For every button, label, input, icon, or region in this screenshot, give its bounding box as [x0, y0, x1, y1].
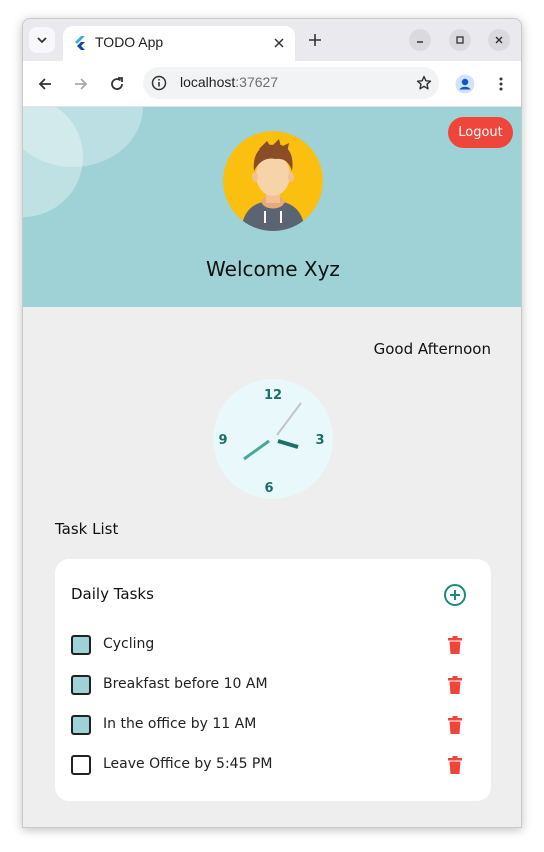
- more-vertical-icon: [499, 77, 503, 91]
- trash-icon[interactable]: [447, 756, 463, 774]
- close-icon: [495, 36, 503, 44]
- profile-icon: [455, 74, 475, 94]
- task-label: In the office by 11 AM: [103, 716, 257, 732]
- add-task-icon[interactable]: [443, 583, 467, 607]
- plus-icon: [309, 34, 321, 46]
- info-icon[interactable]: [151, 75, 167, 91]
- profile-header: Logout Welcome Xyz: [23, 107, 521, 307]
- arrow-right-icon: [75, 78, 88, 90]
- card-title: Daily Tasks: [71, 585, 154, 603]
- task-checkbox[interactable]: [71, 715, 91, 735]
- minimize-button[interactable]: [409, 29, 431, 51]
- browser-toolbar: localhost:37627: [23, 61, 521, 107]
- browser-window: TODO App localhost:37627 Logout Welcome …: [22, 18, 522, 828]
- flutter-icon: [75, 36, 85, 50]
- profile-button[interactable]: [453, 72, 477, 96]
- trash-icon[interactable]: [447, 716, 463, 734]
- greeting-text: Good Afternoon: [373, 340, 491, 358]
- task-checkbox[interactable]: [71, 755, 91, 775]
- window-close-button[interactable]: [488, 29, 510, 51]
- url-text: localhost:37627: [180, 74, 278, 90]
- task-checkbox[interactable]: [71, 635, 91, 655]
- welcome-text: Welcome Xyz: [206, 257, 340, 281]
- forward-button[interactable]: [69, 72, 93, 96]
- reload-button[interactable]: [105, 72, 129, 96]
- task-row: Leave Office by 5:45 PM: [71, 751, 475, 779]
- close-icon: [274, 38, 284, 48]
- new-tab-button[interactable]: [303, 28, 327, 52]
- clock-number-9: 9: [218, 433, 227, 448]
- tab-search-button[interactable]: [29, 27, 55, 53]
- maximize-icon: [456, 36, 464, 44]
- task-list-heading: Task List: [55, 520, 119, 538]
- tab-title: TODO App: [95, 34, 164, 50]
- browser-tab[interactable]: TODO App: [63, 26, 295, 61]
- task-label: Breakfast before 10 AM: [103, 676, 268, 692]
- back-button[interactable]: [33, 72, 57, 96]
- task-row: Cycling: [71, 631, 475, 659]
- chevron-down-icon: [37, 37, 47, 44]
- trash-icon[interactable]: [447, 676, 463, 694]
- user-avatar-icon: [223, 131, 323, 231]
- task-row: Breakfast before 10 AM: [71, 671, 475, 699]
- minimize-icon: [417, 41, 423, 43]
- address-bar[interactable]: localhost:37627: [143, 67, 439, 99]
- task-checkbox[interactable]: [71, 675, 91, 695]
- task-label: Leave Office by 5:45 PM: [103, 756, 273, 772]
- task-row: In the office by 11 AM: [71, 711, 475, 739]
- clock-number-12: 12: [264, 388, 282, 403]
- tab-close-button[interactable]: [269, 33, 289, 53]
- url-host: localhost: [180, 74, 236, 90]
- clock-number-3: 3: [315, 433, 324, 448]
- trash-icon[interactable]: [447, 636, 463, 654]
- daily-tasks-card: Daily Tasks Cycling Breakfast before 10 …: [55, 559, 491, 801]
- task-label: Cycling: [103, 636, 155, 652]
- maximize-button[interactable]: [449, 29, 471, 51]
- star-icon: [416, 75, 432, 90]
- analog-clock: 12 3 6 9: [213, 379, 333, 499]
- arrow-left-icon: [38, 78, 51, 90]
- tab-bar: TODO App: [23, 19, 521, 61]
- reload-icon: [111, 77, 123, 90]
- avatar: [223, 131, 323, 231]
- logout-button[interactable]: Logout: [448, 117, 513, 148]
- url-port: :37627: [235, 74, 279, 90]
- bookmark-button[interactable]: [413, 72, 435, 94]
- clock-number-6: 6: [264, 481, 273, 496]
- browser-menu-button[interactable]: [489, 72, 513, 96]
- app-content: Logout Welcome Xyz Good Afternoon 12 3 6…: [23, 107, 521, 827]
